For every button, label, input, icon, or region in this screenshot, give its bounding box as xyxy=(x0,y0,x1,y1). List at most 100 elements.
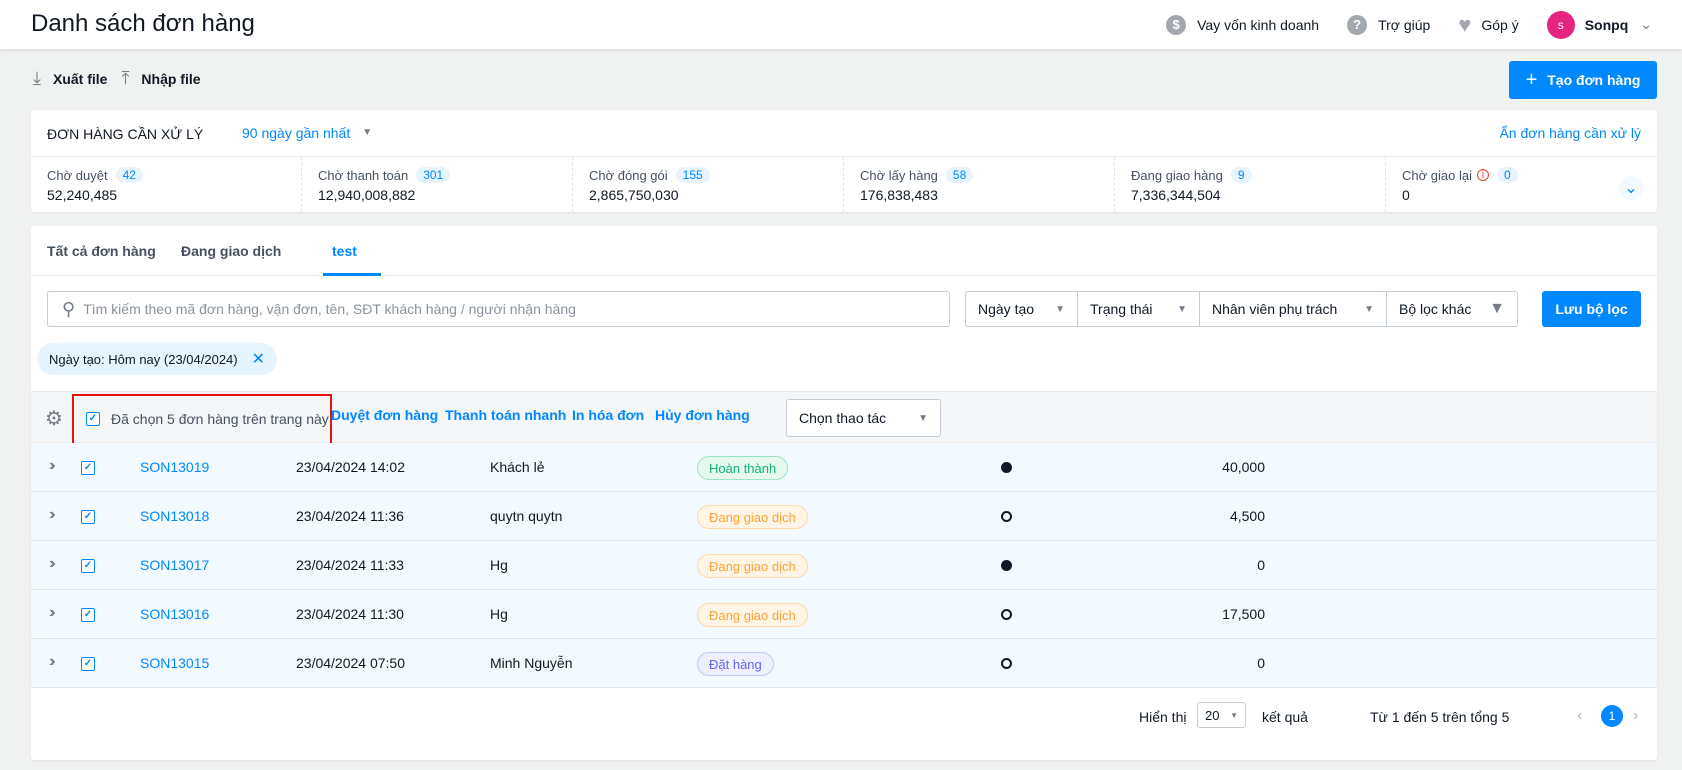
caret-down-icon: ▼ xyxy=(1230,710,1238,720)
payment-indicator xyxy=(1001,560,1012,571)
filter-group: Ngày tạo ▼ Trạng thái ▼ Nhân viên phụ trác… xyxy=(965,291,1518,327)
order-code[interactable]: SON13019 xyxy=(140,459,209,475)
current-page[interactable]: 1 xyxy=(1601,705,1623,727)
stat-item[interactable]: Chờ thanh toán 301 12,940,008,882 xyxy=(302,157,573,212)
order-time: 23/04/2024 11:30 xyxy=(296,606,404,622)
order-code[interactable]: SON13017 xyxy=(140,557,209,573)
stat-item[interactable]: Chờ giao lại i 0 0 xyxy=(1386,157,1657,212)
stat-item[interactable]: Chờ đóng gói 155 2,865,750,030 xyxy=(573,157,844,212)
tab-all-orders[interactable]: Tất cả đơn hàng xyxy=(47,243,156,259)
stat-label: Chờ giao lại i 0 xyxy=(1402,167,1641,183)
row-checkbox[interactable]: ✓ xyxy=(81,608,95,622)
row-checkbox[interactable]: ✓ xyxy=(81,510,95,524)
stat-count-badge: 301 xyxy=(416,167,451,183)
stat-count-badge: 155 xyxy=(675,167,710,183)
stat-item[interactable]: Chờ duyệt 42 52,240,485 xyxy=(31,157,302,212)
stat-item[interactable]: Chờ lấy hàng 58 176,838,483 xyxy=(844,157,1115,212)
create-order-label: Tạo đơn hàng xyxy=(1547,72,1641,88)
stat-label: Chờ thanh toán 301 xyxy=(318,167,556,183)
payment-indicator xyxy=(1001,511,1012,522)
action-select[interactable]: Chọn thao tác ▼ xyxy=(786,399,941,437)
row-checkbox[interactable]: ✓ xyxy=(81,657,95,671)
table-row[interactable]: ›› ✓ SON13018 23/04/2024 11:36 quytn quy… xyxy=(31,492,1657,541)
pending-title: ĐƠN HÀNG CẦN XỬ LÝ xyxy=(47,126,204,142)
range-select[interactable]: 90 ngày gần nhất ▼ xyxy=(242,125,372,141)
filter-icon: ▼ xyxy=(1489,300,1505,317)
table-row[interactable]: ›› ✓ SON13015 23/04/2024 07:50 Minh Nguy… xyxy=(31,639,1657,688)
order-customer: Hg xyxy=(490,557,508,573)
import-button[interactable]: ⤒ Nhập file xyxy=(121,68,200,89)
pagination-footer: Hiển thị 20 ▼ kết quả Từ 1 đến 5 trên tổ… xyxy=(31,688,1657,748)
order-time: 23/04/2024 07:50 xyxy=(296,655,405,671)
order-time: 23/04/2024 11:36 xyxy=(296,508,404,524)
loan-link[interactable]: $ Vay vốn kinh doanh xyxy=(1166,14,1319,35)
heart-icon: ♥ xyxy=(1458,11,1472,37)
order-customer: Khách lẻ xyxy=(490,459,545,475)
page-size-select[interactable]: 20 ▼ xyxy=(1197,702,1246,728)
tab-trading[interactable]: Đang giao dịch xyxy=(181,243,281,259)
gear-icon[interactable]: ⚙ xyxy=(45,406,63,431)
stat-item[interactable]: Đang giao hàng 9 7,336,344,504 xyxy=(1115,157,1386,212)
filter-status-label: Trạng thái xyxy=(1090,301,1153,317)
status-badge: Đặt hàng xyxy=(697,652,774,676)
feedback-label: Góp ý xyxy=(1481,16,1519,33)
upload-icon: ⤒ xyxy=(121,68,130,88)
status-badge: Đang giao dịch xyxy=(697,554,808,578)
create-order-button[interactable]: + Tạo đơn hàng xyxy=(1509,61,1657,99)
stat-label: Chờ duyệt 42 xyxy=(47,167,285,183)
chevron-right-icon[interactable]: › xyxy=(1633,707,1638,725)
order-code[interactable]: SON13018 xyxy=(140,508,209,524)
double-chevron-right-icon[interactable]: ›› xyxy=(49,457,55,475)
chevron-left-icon[interactable]: ‹ xyxy=(1577,707,1582,725)
double-chevron-right-icon[interactable]: ›› xyxy=(49,506,55,524)
user-menu[interactable]: s Sonpq ⌄ xyxy=(1546,10,1652,39)
help-link[interactable]: ? Trợ giúp xyxy=(1347,14,1430,35)
close-icon[interactable]: ✕ xyxy=(252,349,265,369)
top-bar: Danh sách đơn hàng $ Vay vốn kinh doanh … xyxy=(0,0,1682,49)
feedback-link[interactable]: ♥ Góp ý xyxy=(1458,11,1519,37)
double-chevron-right-icon[interactable]: ›› xyxy=(49,653,55,671)
tabs: Tất cả đơn hàng Đang giao dịch test xyxy=(31,226,1657,276)
user-name: Sonpq xyxy=(1584,16,1629,33)
expand-stats-button[interactable]: ⌄ xyxy=(1619,176,1643,200)
status-badge: Đang giao dịch xyxy=(697,603,808,627)
double-chevron-right-icon[interactable]: ›› xyxy=(49,604,55,622)
export-button[interactable]: ⤓ Xuất file xyxy=(33,68,107,89)
tab-test[interactable]: test xyxy=(332,243,357,259)
table-row[interactable]: ›› ✓ SON13019 23/04/2024 14:02 Khách lẻ … xyxy=(31,443,1657,492)
print-invoice-button[interactable]: In hóa đơn xyxy=(572,407,644,423)
stat-label: Đang giao hàng 9 xyxy=(1131,167,1369,183)
chip-label: Ngày tạo: Hôm nay (23/04/2024) xyxy=(49,351,238,367)
plus-icon: + xyxy=(1525,68,1538,91)
double-chevron-right-icon[interactable]: ›› xyxy=(49,555,55,573)
search-input[interactable] xyxy=(83,301,934,317)
action-select-label: Chọn thao tác xyxy=(799,410,887,426)
filter-other[interactable]: Bộ lọc khác ▼ xyxy=(1387,292,1517,326)
page-size-value: 20 xyxy=(1205,707,1220,723)
approve-orders-button[interactable]: Duyệt đơn hàng xyxy=(331,407,438,423)
order-code[interactable]: SON13016 xyxy=(140,606,209,622)
stat-label-text: Chờ lấy hàng xyxy=(860,167,938,183)
top-actions: $ Vay vốn kinh doanh ? Trợ giúp ♥ Góp ý … xyxy=(1138,0,1652,49)
quick-pay-button[interactable]: Thanh toán nhanh xyxy=(445,407,566,423)
filter-staff[interactable]: Nhân viên phụ trách ▼ xyxy=(1200,292,1387,326)
table-row[interactable]: ›› ✓ SON13016 23/04/2024 11:30 Hg Đang g… xyxy=(31,590,1657,639)
select-all-checkbox[interactable]: ✓ xyxy=(86,412,100,426)
filter-staff-label: Nhân viên phụ trách xyxy=(1212,301,1338,317)
order-code[interactable]: SON13015 xyxy=(140,655,209,671)
stat-value: 12,940,008,882 xyxy=(318,187,416,203)
stat-label-text: Chờ đóng gói xyxy=(589,167,668,183)
filter-created[interactable]: Ngày tạo ▼ xyxy=(966,292,1078,326)
caret-down-icon: ▼ xyxy=(1364,303,1374,315)
save-filter-button[interactable]: Lưu bộ lọc xyxy=(1542,291,1641,327)
table-row[interactable]: ›› ✓ SON13017 23/04/2024 11:33 Hg Đang g… xyxy=(31,541,1657,590)
cancel-orders-button[interactable]: Hủy đơn hàng xyxy=(655,407,750,423)
filter-created-label: Ngày tạo xyxy=(978,301,1035,317)
stat-label-text: Chờ duyệt xyxy=(47,167,108,183)
order-time: 23/04/2024 11:33 xyxy=(296,557,404,573)
stat-label-text: Chờ thanh toán xyxy=(318,167,409,183)
filter-status[interactable]: Trạng thái ▼ xyxy=(1078,292,1200,326)
row-checkbox[interactable]: ✓ xyxy=(81,559,95,573)
hide-pending-link[interactable]: Ẩn đơn hàng cần xử lý xyxy=(1499,125,1641,141)
row-checkbox[interactable]: ✓ xyxy=(81,461,95,475)
